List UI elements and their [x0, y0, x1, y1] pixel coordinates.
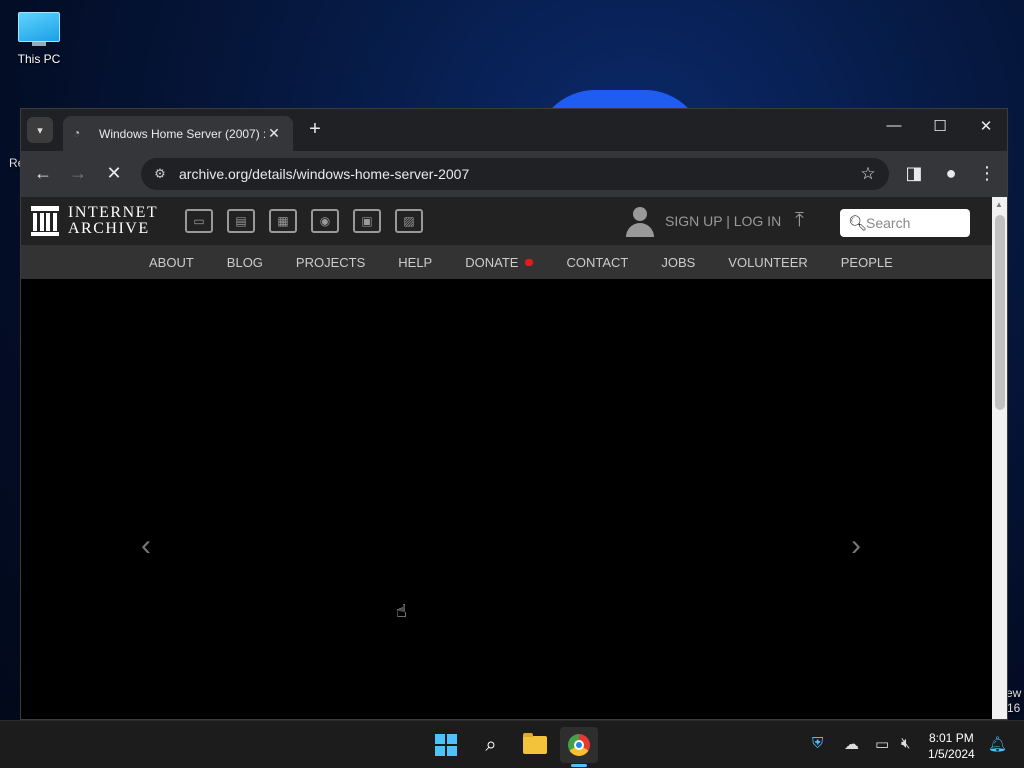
desktop-icon-this-pc[interactable]: This PC	[10, 8, 68, 66]
security-warning-icon[interactable]: ⛨	[812, 735, 823, 752]
clock[interactable]: 8:01 PM 1/5/2024	[928, 730, 975, 762]
texts-icon[interactable]: ▤	[227, 209, 255, 233]
chevron-right-icon[interactable]: ›	[851, 529, 861, 563]
chevron-down-icon[interactable]: ▾	[27, 117, 53, 143]
tab-strip: ▾ ◔ Windows Home Server (2007) : ✕ + — ☐…	[21, 109, 1007, 151]
tune-icon[interactable]: ⚙	[145, 166, 175, 182]
desktop-icon-label-fragment[interactable]: 16	[1007, 701, 1020, 715]
taskbar: ⌕ ⛨ ☁ ▭ 🔇︎ 8:01 PM 1/5/2024 🔔︎	[0, 720, 1024, 768]
nav-help[interactable]: HELP	[398, 255, 432, 270]
nav-blog[interactable]: BLOG	[227, 255, 263, 270]
onedrive-icon[interactable]: ☁	[844, 735, 859, 753]
scrollbar-thumb[interactable]	[995, 215, 1005, 410]
upload-icon[interactable]: ⤒	[795, 209, 804, 232]
chrome-icon[interactable]	[560, 727, 598, 763]
minimize-icon[interactable]: —	[879, 117, 909, 134]
start-icon[interactable]	[427, 727, 465, 763]
clock-date: 1/5/2024	[928, 747, 975, 761]
carousel: ‹ ›	[21, 279, 992, 719]
heart-icon	[525, 258, 534, 266]
images-icon[interactable]: ▨	[395, 209, 423, 233]
side-panel-icon[interactable]: ◨	[902, 163, 926, 184]
address-bar[interactable]: ⚙ archive.org/details/windows-home-serve…	[141, 158, 889, 190]
page-scrollbar[interactable]: ▲	[992, 197, 1007, 719]
close-icon[interactable]: ✕	[265, 125, 283, 142]
address-bar-url[interactable]: archive.org/details/windows-home-server-…	[179, 166, 853, 182]
close-icon[interactable]: ✕	[971, 117, 1001, 135]
archive-temple-icon	[31, 206, 59, 236]
file-explorer-icon[interactable]	[516, 727, 554, 763]
search-input[interactable]	[866, 215, 962, 231]
nav-donate[interactable]: DONATE	[465, 254, 534, 270]
nav-projects[interactable]: PROJECTS	[296, 255, 365, 270]
media-icons: ▭ ▤ ▦ ◉ ▣ ▨	[185, 209, 423, 233]
clock-time: 8:01 PM	[929, 731, 974, 745]
star-icon[interactable]: ☆	[853, 164, 883, 184]
nav-volunteer[interactable]: VOLUNTEER	[728, 255, 807, 270]
kebab-menu-icon[interactable]: ⋮	[975, 163, 999, 184]
tab-title: Windows Home Server (2007) :	[99, 126, 265, 141]
chevron-left-icon[interactable]: ‹	[141, 529, 151, 563]
nav-donate-label: DONATE	[465, 254, 519, 270]
nav-people[interactable]: PEOPLE	[841, 255, 893, 270]
profile-icon[interactable]: ●	[939, 163, 963, 184]
toolbar: ← → ✕ ⚙ archive.org/details/windows-home…	[21, 151, 1007, 197]
volume-muted-icon[interactable]: 🔇︎	[901, 735, 910, 752]
active-app-indicator	[571, 764, 587, 767]
monitor-icon	[18, 12, 60, 46]
search-box[interactable]: 🔍︎	[840, 209, 970, 237]
user-icon[interactable]	[625, 207, 655, 237]
search-icon: 🔍︎	[848, 215, 868, 232]
stop-icon[interactable]: ✕	[102, 163, 126, 184]
browser-window: ▾ ◔ Windows Home Server (2007) : ✕ + — ☐…	[20, 108, 1008, 720]
forward-arrow-icon[interactable]: →	[66, 163, 90, 184]
nav-contact[interactable]: CONTACT	[566, 255, 628, 270]
audio-icon[interactable]: ◉	[311, 209, 339, 233]
webpage: INTERNET ARCHIVE ▭ ▤ ▦ ◉ ▣ ▨ SIGN UP | L…	[21, 197, 992, 719]
video-icon[interactable]: ▦	[269, 209, 297, 233]
notification-bell-icon[interactable]: 🔔︎	[988, 735, 1007, 753]
web-icon[interactable]: ▭	[185, 209, 213, 233]
plus-icon[interactable]: +	[303, 118, 327, 141]
logo-line2: ARCHIVE	[68, 220, 150, 237]
search-icon[interactable]: ⌕	[472, 727, 510, 763]
logo-line1: INTERNET	[68, 204, 159, 221]
loading-icon: ◔	[73, 125, 81, 140]
maximize-icon[interactable]: ☐	[925, 117, 955, 135]
internet-archive-logo[interactable]: INTERNET ARCHIVE	[31, 205, 158, 237]
back-arrow-icon[interactable]: ←	[31, 163, 55, 184]
nav-jobs[interactable]: JOBS	[661, 255, 695, 270]
desktop-icon-label: This PC	[17, 52, 61, 66]
ia-header: INTERNET ARCHIVE ▭ ▤ ▦ ◉ ▣ ▨ SIGN UP | L…	[21, 197, 992, 245]
nav-about[interactable]: ABOUT	[149, 255, 194, 270]
desktop-icon-label-fragment[interactable]: ew	[1006, 686, 1021, 700]
tab-active[interactable]: ◔ Windows Home Server (2007) : ✕	[63, 116, 293, 151]
hand-cursor-icon: ☝	[396, 601, 407, 621]
network-icon[interactable]: ▭	[875, 735, 889, 753]
software-icon[interactable]: ▣	[353, 209, 381, 233]
signup-login-link[interactable]: SIGN UP | LOG IN	[665, 213, 781, 229]
ia-nav: ABOUT BLOG PROJECTS HELP DONATE CONTACT …	[21, 245, 992, 279]
scroll-up-icon[interactable]: ▲	[995, 200, 1003, 209]
